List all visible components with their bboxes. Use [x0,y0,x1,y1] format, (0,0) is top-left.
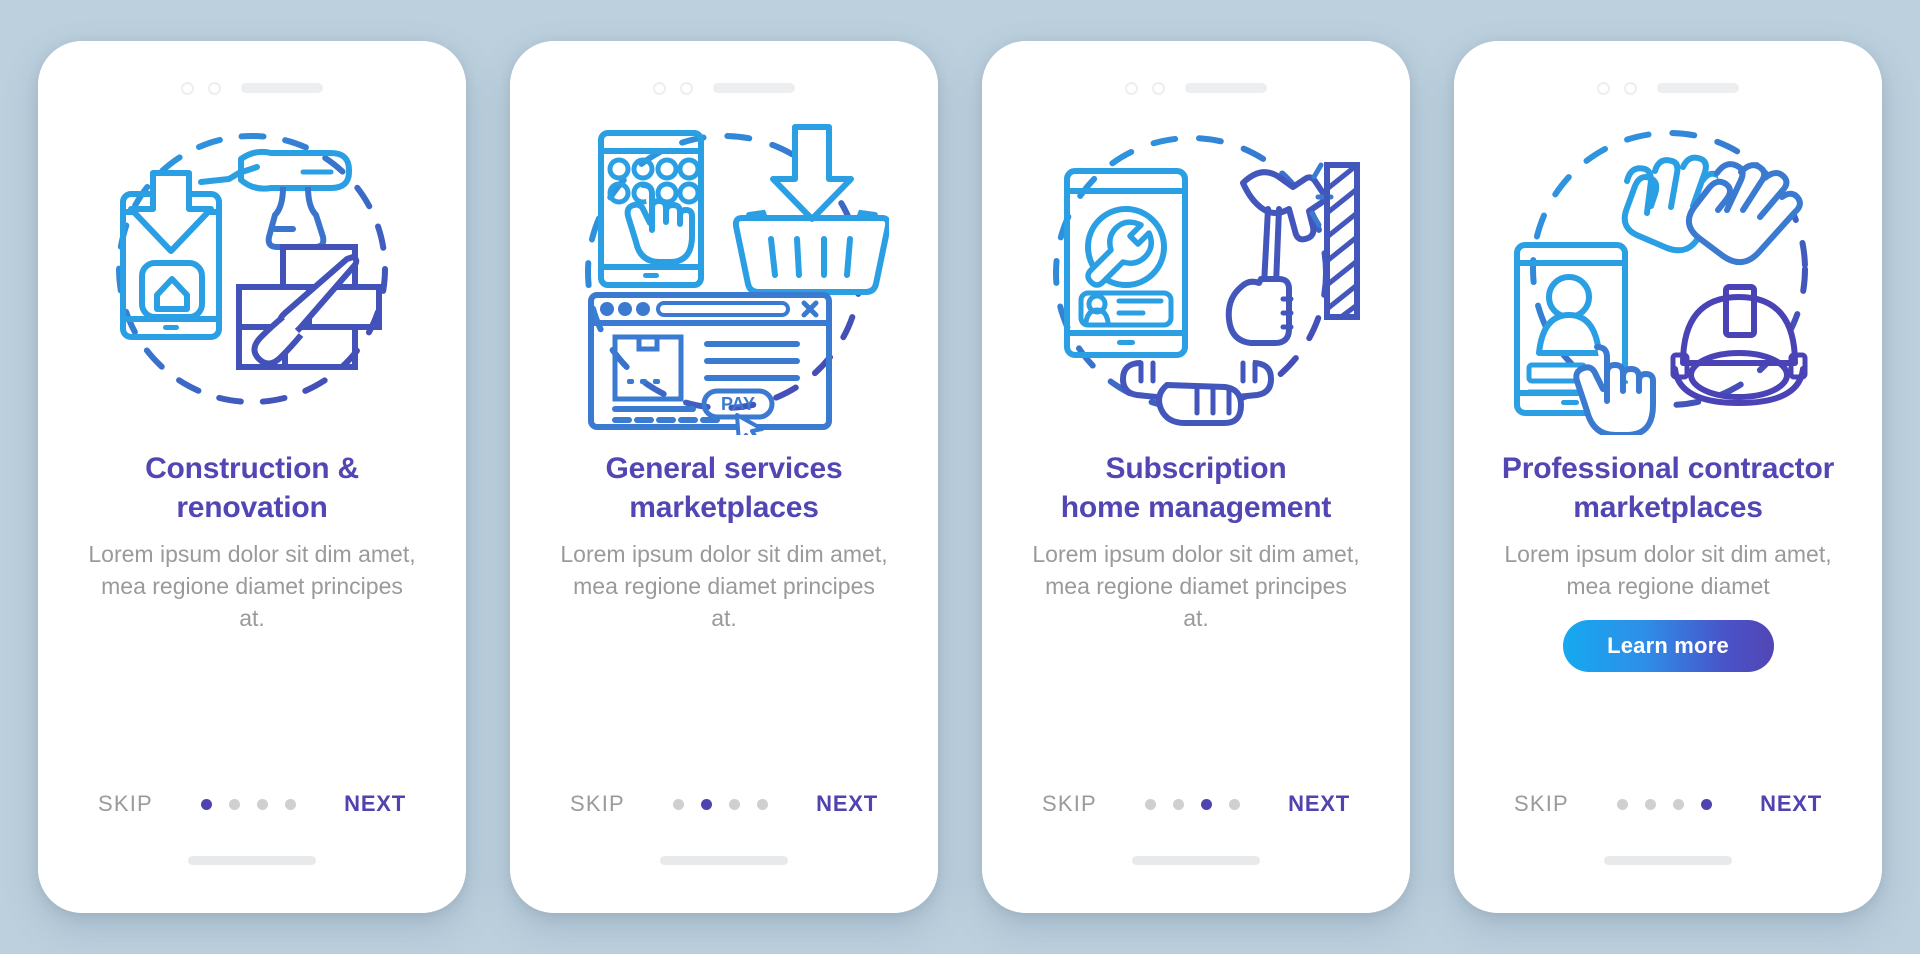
phone-profile-gloves-hardhat-cursor-icon [1514,130,1808,435]
screen-title-line1: Construction & [145,452,359,485]
pagination-dots [673,798,769,810]
sensor-dot-icon [1597,81,1610,95]
phone-notch [982,73,1410,103]
camera-dot-icon [1624,81,1637,95]
skip-button[interactable]: SKIP [1514,791,1569,817]
phone-notch [1454,73,1882,103]
home-indicator [188,856,316,865]
earpiece-speaker [713,83,795,93]
screen-subtitle: Lorem ipsum dolor sit dim amet, mea regi… [88,541,416,631]
pagination-dot-4[interactable] [1701,798,1713,810]
camera-dot-icon [208,81,221,95]
home-indicator [1604,856,1732,865]
learn-more-button[interactable]: Learn more [1562,620,1774,672]
phone-tap-basket-browser-pay-icon: PAY [585,124,889,435]
phone-wrench-profile-hammer-wall-icon [1053,135,1360,426]
sensor-dot-icon [1125,81,1138,95]
pagination-dot-1[interactable] [201,798,213,810]
pagination-dots [1617,798,1713,810]
phone-notch [510,73,938,103]
home-indicator [660,856,788,865]
onboarding-screen-professional-contractor-marketplaces: Professional contractor marketplaces Lor… [1454,41,1882,913]
pagination-dot-2[interactable] [701,798,713,810]
pagination-dot-2[interactable] [229,798,241,810]
screen-title: Subscription home management [1026,449,1366,527]
pagination-dot-1[interactable] [1145,798,1157,810]
pagination-dot-1[interactable] [1617,798,1629,810]
pagination-dot-3[interactable] [1673,798,1685,810]
onboarding-screens-container: Construction & renovation Lorem ipsum do… [0,0,1920,954]
screen-title-line2: renovation [176,491,328,524]
sensor-dot-icon [181,81,194,95]
skip-button[interactable]: SKIP [1042,791,1097,817]
next-button[interactable]: NEXT [1760,791,1822,817]
pagination-dot-2[interactable] [1173,798,1185,810]
next-button[interactable]: NEXT [816,791,878,817]
browser-pay-label: PAY [721,394,755,414]
sensor-dot-icon [653,81,666,95]
onboarding-screen-construction-renovation: Construction & renovation Lorem ipsum do… [38,41,466,913]
illustration-phone-tap-basket-browser-pay: PAY [559,117,889,435]
pagination-dot-3[interactable] [1201,798,1213,810]
onboarding-screen-general-services-marketplaces: PAY General services marketplaces Lorem … [510,41,938,913]
learn-more-container: Learn more [1562,620,1774,672]
skip-button[interactable]: SKIP [570,791,625,817]
screen-navigation: SKIP NEXT [38,791,466,817]
screen-navigation: SKIP NEXT [1454,791,1882,817]
pagination-dot-3[interactable] [729,798,741,810]
screen-title-line2: marketplaces [1573,491,1763,524]
illustration-phone-profile-gloves-hardhat [1503,117,1833,435]
screen-title-line2: home management [1060,491,1332,524]
camera-dot-icon [1152,81,1165,95]
pagination-dots [1145,798,1241,810]
phone-notch [38,73,466,103]
screen-title: Construction & renovation [82,449,422,527]
next-button[interactable]: NEXT [344,791,406,817]
illustration-phone-wrench-hammer-wall [1031,117,1361,435]
skip-button[interactable]: SKIP [98,791,153,817]
screen-title-line2: marketplaces [629,491,819,524]
earpiece-speaker [1185,83,1267,93]
screen-title-line1: Professional contractor [1501,452,1835,485]
earpiece-speaker [1657,83,1739,93]
screen-title-line1: General services [605,452,843,485]
illustration-phone-download-drill-bricks [87,117,417,435]
pagination-dot-4[interactable] [285,798,297,810]
next-button[interactable]: NEXT [1288,791,1350,817]
pagination-dot-4[interactable] [1229,798,1241,810]
camera-dot-icon [680,81,693,95]
screen-title: Professional contractor marketplaces [1498,449,1838,527]
pagination-dot-3[interactable] [257,798,269,810]
screen-subtitle: Lorem ipsum dolor sit dim amet, mea regi… [1504,541,1832,599]
onboarding-screen-subscription-home-management: Subscription home management Lorem ipsum… [982,41,1410,913]
phone-download-drill-bricks-icon [116,133,388,405]
screen-title-line1: Subscription [1105,452,1287,485]
earpiece-speaker [241,83,323,93]
screen-navigation: SKIP NEXT [982,791,1410,817]
screen-title: General services marketplaces [554,449,894,527]
screen-subtitle: Lorem ipsum dolor sit dim amet, mea regi… [1032,541,1360,631]
pagination-dot-1[interactable] [673,798,685,810]
pagination-dot-4[interactable] [757,798,769,810]
screen-subtitle: Lorem ipsum dolor sit dim amet, mea regi… [560,541,888,631]
pagination-dots [201,798,297,810]
pagination-dot-2[interactable] [1645,798,1657,810]
home-indicator [1132,856,1260,865]
screen-navigation: SKIP NEXT [510,791,938,817]
